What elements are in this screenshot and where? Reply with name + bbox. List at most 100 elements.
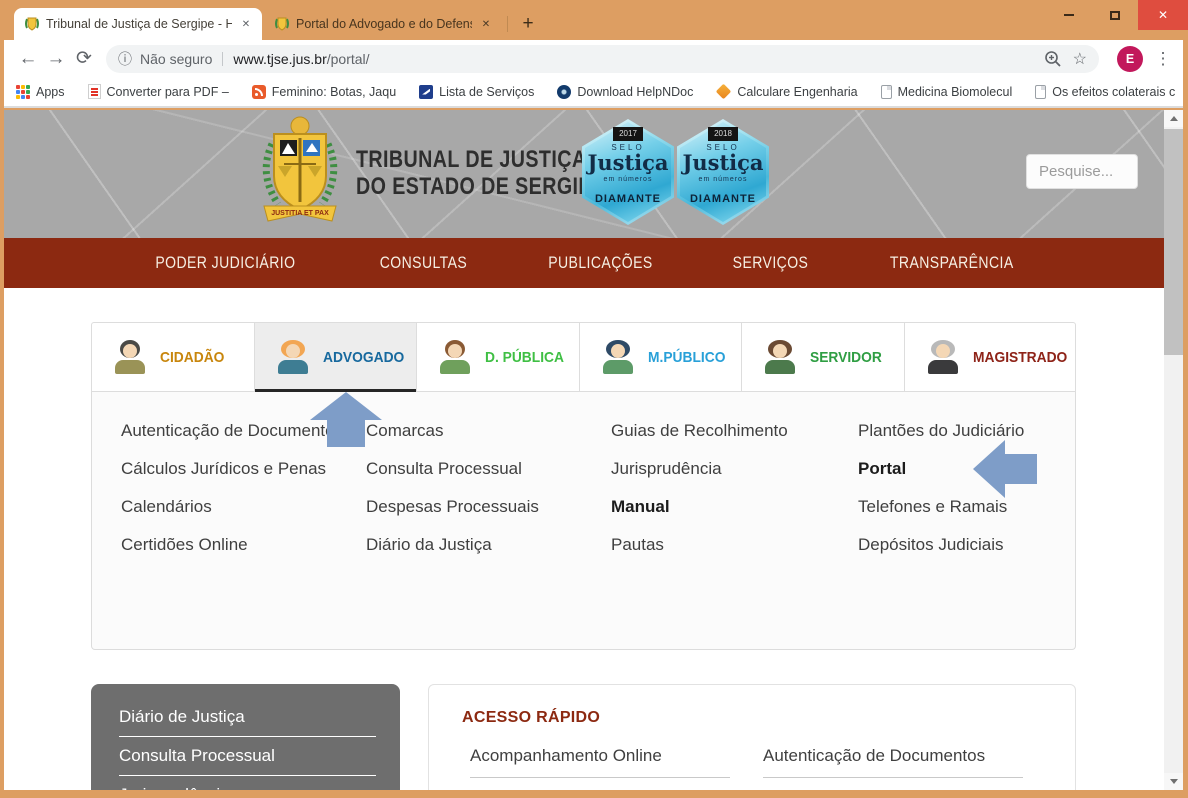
public-defender-avatar-icon — [437, 339, 473, 375]
browser-tab-inactive[interactable]: Portal do Advogado e do Defens ✕ — [264, 8, 502, 40]
info-icon[interactable]: ⓘ — [118, 49, 132, 69]
tab-d-publica[interactable]: D. PÚBLICA — [416, 322, 580, 392]
tab-servidor[interactable]: SERVIDOR — [741, 322, 905, 392]
bookmark-label: Converter para PDF – — [107, 85, 229, 99]
quick-access-grid: Acompanhamento Online Autenticação de Do… — [470, 745, 1023, 790]
menu-item[interactable]: Guias de Recolhimento — [611, 420, 788, 441]
zoom-in-icon[interactable] — [1043, 49, 1063, 69]
scroll-up-icon — [1170, 116, 1178, 121]
tab-label: MAGISTRADO — [973, 349, 1067, 366]
bookmark-label: Lista de Serviços — [439, 85, 534, 99]
menu-item[interactable]: Depósitos Judiciais — [858, 534, 1024, 555]
menu-item[interactable]: Diário da Justiça — [366, 534, 539, 555]
quick-access-item[interactable]: Acompanhamento Online — [470, 745, 730, 778]
menu-item[interactable]: Certidões Online — [121, 534, 343, 555]
tab-label: ADVOGADO — [323, 349, 404, 366]
staff-avatar-icon — [762, 339, 798, 375]
close-window-button[interactable]: ✕ — [1138, 0, 1188, 30]
nav-poder-judiciario[interactable]: PODER JUDICIÁRIO — [156, 254, 296, 273]
bookmark-item[interactable]: Feminino: Botas, Jaqu — [252, 85, 396, 99]
menu-item[interactable]: Plantões do Judiciário — [858, 420, 1024, 441]
quick-access-item[interactable]: Cadastro de Peritos Judiciais — [470, 788, 730, 790]
forward-button[interactable]: → — [42, 45, 70, 73]
profile-avatar[interactable]: E — [1117, 46, 1143, 72]
nav-publicacoes[interactable]: PUBLICAÇÕES — [548, 254, 652, 273]
menu-item[interactable]: Cálculos Jurídicos e Penas — [121, 458, 343, 479]
site-title-line2: DO ESTADO DE SERGIPE — [356, 173, 606, 200]
scrollbar-thumb[interactable] — [1164, 129, 1183, 355]
tab-advogado[interactable]: ADVOGADO — [254, 322, 418, 392]
bookmark-item[interactable]: Os efeitos colaterais c — [1035, 85, 1175, 99]
annotation-arrow-left-portal — [973, 440, 1037, 498]
prosecutor-avatar-icon — [600, 339, 636, 375]
tjse-page: JUSTITIA ET PAX TRIBUNAL DE JUSTIÇA DO E… — [4, 110, 1164, 790]
close-tab-icon[interactable]: ✕ — [238, 16, 254, 32]
badge-year: 2018 — [708, 127, 738, 141]
sidebar-item-jurisprudencia[interactable]: Jurisprudência — [119, 776, 376, 790]
menu-item[interactable]: Calendários — [121, 496, 343, 517]
minimize-button[interactable] — [1046, 0, 1092, 30]
menu-item[interactable]: Consulta Processual — [366, 458, 539, 479]
badge-year: 2017 — [613, 127, 643, 141]
quick-access-item[interactable]: Autenticação de Documentos — [763, 745, 1023, 778]
bookmark-item[interactable]: Converter para PDF – — [88, 84, 229, 99]
scroll-down-icon — [1170, 779, 1178, 784]
nav-transparencia[interactable]: TRANSPARÊNCIA — [890, 254, 1014, 273]
browser-tab-active[interactable]: Tribunal de Justiça de Sergipe - H ✕ — [14, 8, 262, 40]
badge-subtitle: em números — [677, 176, 769, 183]
maximize-icon — [1110, 11, 1120, 20]
logo-motto: JUSTITIA ET PAX — [271, 210, 329, 217]
close-tab-icon[interactable]: ✕ — [478, 16, 494, 32]
menu-item[interactable]: Jurisprudência — [611, 458, 788, 479]
back-button[interactable]: ← — [14, 45, 42, 73]
maximize-button[interactable] — [1092, 0, 1138, 30]
tjse-favicon-icon — [24, 16, 40, 32]
quick-access-item[interactable]: Certidão Eletrônica — [763, 788, 1023, 790]
site-header: JUSTITIA ET PAX TRIBUNAL DE JUSTIÇA DO E… — [4, 110, 1164, 238]
reload-button[interactable]: ⟳ — [70, 45, 98, 73]
menu-dots-icon[interactable]: ⋮ — [1153, 49, 1173, 69]
menu-item-manual[interactable]: Manual — [611, 496, 788, 517]
page-icon — [881, 85, 892, 99]
helpndoc-icon — [557, 85, 571, 99]
scroll-down-button[interactable] — [1164, 773, 1183, 790]
address-bar[interactable]: ⓘ Não seguro www.tjse.jus.br /portal/ ☆ — [106, 45, 1099, 73]
badge-level: DIAMANTE — [582, 193, 674, 205]
nav-servicos[interactable]: SERVIÇOS — [733, 254, 809, 273]
menu-item[interactable]: Pautas — [611, 534, 788, 555]
tab-magistrado[interactable]: MAGISTRADO — [904, 322, 1077, 392]
bookmark-star-icon[interactable]: ☆ — [1073, 49, 1087, 69]
apps-shortcut[interactable]: Apps — [16, 85, 65, 99]
site-navbar: PODER JUDICIÁRIO CONSULTAS PUBLICAÇÕES S… — [4, 238, 1164, 288]
bookmark-label: Download HelpNDoc — [577, 85, 693, 99]
menu-item[interactable]: Telefones e Ramais — [858, 496, 1024, 517]
bookmark-item[interactable]: Lista de Serviços — [419, 85, 534, 99]
pdf-icon — [88, 84, 101, 99]
bookmark-item[interactable]: Calculare Engenharia — [716, 85, 857, 99]
tjse-coat-of-arms-logo: JUSTITIA ET PAX — [250, 114, 350, 228]
nav-consultas[interactable]: CONSULTAS — [380, 254, 467, 273]
site-title: TRIBUNAL DE JUSTIÇA DO ESTADO DE SERGIPE — [356, 146, 606, 200]
browser-window: Tribunal de Justiça de Sergipe - H ✕ Por… — [0, 0, 1188, 798]
annotation-arrow-up-advogado — [310, 392, 382, 447]
page-viewport: JUSTITIA ET PAX TRIBUNAL DE JUSTIÇA DO E… — [4, 110, 1183, 790]
menu-item[interactable]: Comarcas — [366, 420, 539, 441]
tab-cidadao[interactable]: CIDADÃO — [91, 322, 255, 392]
page-scrollbar[interactable] — [1164, 110, 1183, 790]
tab-m-publico[interactable]: M.PÚBLICO — [579, 322, 743, 392]
new-tab-button[interactable]: + — [516, 12, 540, 36]
diamond-icon — [716, 84, 732, 100]
site-search-input[interactable] — [1026, 154, 1138, 189]
bookmark-label: Apps — [36, 85, 65, 99]
menu-item[interactable]: Despesas Processuais — [366, 496, 539, 517]
quick-access-title: ACESSO RÁPIDO — [462, 709, 600, 727]
bookmark-item[interactable]: Medicina Biomolecul — [881, 85, 1013, 99]
arrow-shaft — [327, 420, 365, 447]
sidebar-item-diario[interactable]: Diário de Justiça — [119, 698, 376, 737]
selo-justica-badge-2017: 2017 SELO Justiça em números DIAMANTE — [582, 119, 674, 225]
minimize-icon — [1064, 14, 1074, 16]
bookmark-item[interactable]: Download HelpNDoc — [557, 85, 693, 99]
sidebar-item-consulta[interactable]: Consulta Processual — [119, 737, 376, 776]
bookmark-label: Medicina Biomolecul — [898, 85, 1013, 99]
scroll-up-button[interactable] — [1164, 110, 1183, 127]
